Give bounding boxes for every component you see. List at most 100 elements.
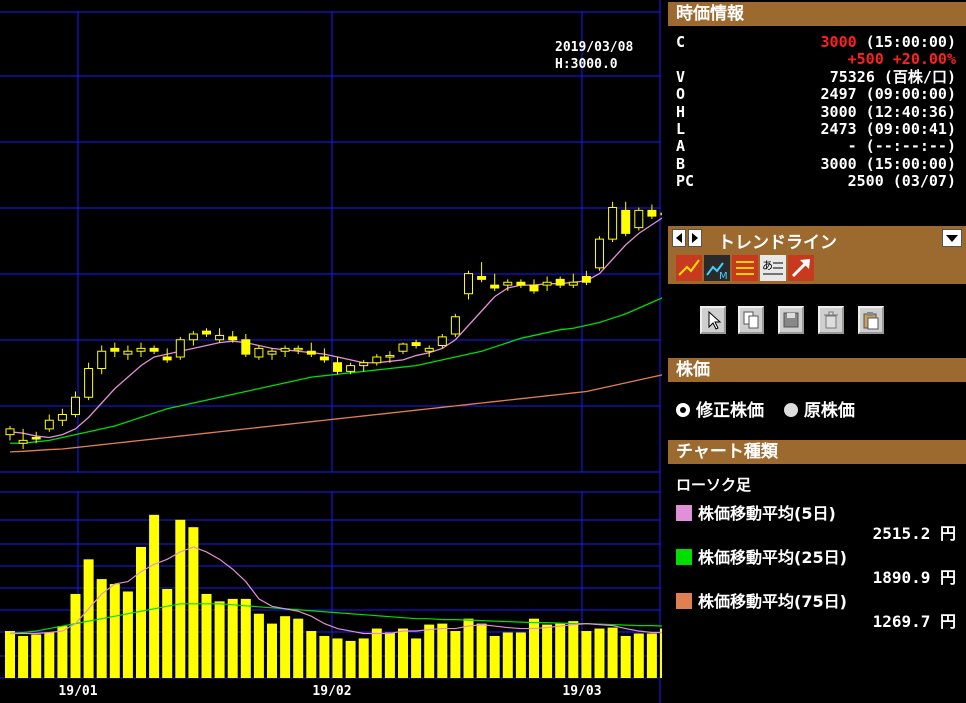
- quote-value: 2497 (09:00:00): [820, 85, 956, 104]
- volume-bar: [83, 559, 94, 678]
- candle-body: [359, 362, 369, 367]
- candle-body: [398, 343, 408, 352]
- candle-body: [333, 362, 342, 372]
- candle-body: [57, 414, 67, 421]
- candle-body: [568, 281, 578, 286]
- quote-key: PC: [676, 172, 695, 191]
- volume-bar: [450, 631, 461, 678]
- volume-bar: [463, 618, 474, 678]
- quote-row: A - (--:--:--): [676, 138, 960, 155]
- volume-bar: [267, 623, 277, 678]
- volume-bar: [31, 634, 42, 678]
- chevron-down-icon[interactable]: [942, 229, 962, 247]
- quote-value: 2473 (09:00:41): [820, 120, 956, 138]
- chart-canvas[interactable]: 19/01 19/02 19/03 2019/03/08 H:3000.0: [0, 0, 662, 703]
- volume-ma5-line: [10, 546, 662, 635]
- ma-color-swatch: [676, 593, 692, 609]
- volume-bar: [555, 623, 566, 678]
- quote-key: H: [676, 102, 686, 121]
- arrow-tool-icon[interactable]: [788, 255, 814, 281]
- volume-bar: [371, 628, 382, 678]
- ma-value: 1269.7 円: [872, 612, 956, 631]
- svg-text:あ: あ: [762, 259, 773, 272]
- quote-value: 2500 (03/07): [847, 172, 956, 191]
- radio-adjusted-price[interactable]: 修正株価: [676, 401, 764, 421]
- volume-bar: [5, 631, 15, 678]
- quote-value: 3000 (12:40:36): [820, 102, 956, 121]
- candle-body: [123, 350, 133, 355]
- candle-body: [372, 356, 382, 364]
- quote-row: B 3000 (15:00:00): [676, 154, 960, 173]
- candle-body: [136, 347, 146, 352]
- quote-key: V: [676, 67, 686, 86]
- volume-bar: [502, 632, 513, 678]
- volume-bar: [489, 635, 500, 678]
- volume-bar: [227, 598, 238, 678]
- candle-body: [424, 347, 434, 352]
- candle-body: [555, 278, 565, 286]
- quote-row: PC 2500 (03/07): [676, 173, 960, 190]
- volume-bar: [358, 638, 369, 678]
- quote-value: - (--:--:--): [847, 137, 956, 156]
- price-section-title: 株価: [668, 358, 966, 382]
- candle-body: [503, 281, 513, 286]
- last-high-label: H:3000.0: [555, 57, 618, 72]
- volume-bar: [594, 628, 605, 678]
- quote-section-title: 時価情報: [668, 2, 966, 26]
- volume-bar: [620, 635, 631, 678]
- volume-bar: [424, 624, 435, 678]
- candle-body: [621, 209, 631, 234]
- quote-key: B: [676, 154, 686, 173]
- candle-body: [437, 336, 447, 346]
- volume-bar: [660, 628, 662, 678]
- candle-body: [634, 209, 644, 229]
- save-icon[interactable]: [778, 306, 804, 334]
- quote-key: C: [676, 33, 686, 51]
- radio-unselected-icon[interactable]: [783, 403, 798, 417]
- candle-body: [254, 347, 264, 358]
- trash-icon[interactable]: [818, 306, 844, 334]
- last-date-label: 2019/03/08: [555, 40, 633, 55]
- quote-row: +500 +20.00%: [676, 51, 960, 68]
- volume-bar: [411, 638, 422, 678]
- volume-bar: [476, 623, 487, 678]
- candle-body: [5, 428, 15, 436]
- horizontal-lines-icon[interactable]: [732, 255, 758, 281]
- radio-original-price[interactable]: 原株価: [783, 401, 855, 421]
- volume-bar: [384, 632, 395, 678]
- candle-body: [71, 396, 80, 415]
- stock-chart[interactable]: 19/01 19/02 19/03 2019/03/08 H:3000.0: [0, 0, 662, 703]
- volume-bar: [607, 627, 618, 678]
- candle-body: [529, 284, 539, 292]
- trendline-ma-icon[interactable]: M: [704, 255, 730, 282]
- volume-bar: [515, 632, 526, 678]
- next-arrow-icon[interactable]: [688, 229, 702, 247]
- candle-body: [542, 281, 552, 286]
- select-cursor-icon[interactable]: [700, 306, 726, 334]
- volume-bar: [280, 616, 291, 678]
- ma-value: 1890.9 円: [872, 568, 956, 587]
- ma-color-swatch: [676, 505, 692, 521]
- candle-body: [215, 334, 225, 341]
- paste-icon[interactable]: [858, 306, 884, 334]
- radio-selected-icon[interactable]: [676, 403, 690, 417]
- text-annotation-icon[interactable]: あ: [760, 255, 786, 281]
- quote-key: A: [676, 137, 686, 156]
- quote-value: 75326 (百株/口): [829, 67, 956, 86]
- volume-bar: [149, 514, 160, 678]
- copy-icon[interactable]: [738, 306, 764, 334]
- volume-bar: [542, 624, 553, 678]
- candle-body: [228, 336, 238, 341]
- quote-value: 3000 (15:00:00): [820, 154, 956, 173]
- ma-legend-item: 株価移動平均(5日) 2515.2 円: [676, 500, 960, 543]
- prev-arrow-icon[interactable]: [672, 229, 686, 247]
- candle-body: [608, 207, 618, 240]
- trendline-draw-icon[interactable]: [676, 255, 702, 281]
- candle-body: [490, 284, 500, 289]
- volume-bar: [253, 613, 264, 678]
- volume-bar: [188, 527, 199, 678]
- volume-bar: [240, 598, 251, 678]
- volume-bar: [437, 623, 448, 678]
- candle-body: [450, 316, 460, 335]
- x-tick-label: 19/02: [312, 684, 351, 699]
